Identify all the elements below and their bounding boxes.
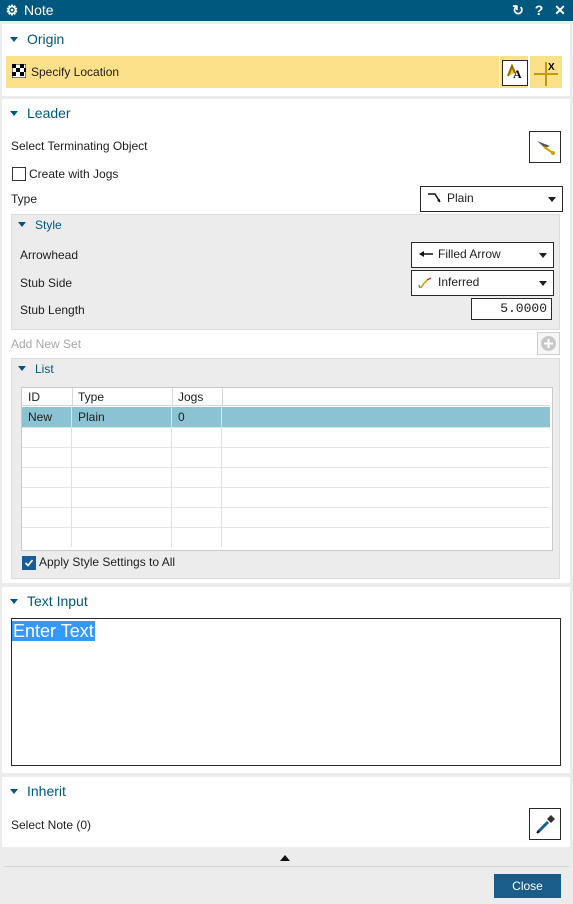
leader-list-table[interactable]: ID Type Jogs New Plain 0 [21,387,553,551]
text-input-header[interactable]: Text Input [10,593,88,609]
apply-style-label: Apply Style Settings to All [39,555,176,569]
list-header[interactable]: List [18,362,54,376]
leader-header[interactable]: Leader [10,105,71,121]
stub-length-input[interactable]: 5.0000 [471,298,552,320]
stub-side-dropdown[interactable]: Inferred [411,270,554,296]
title-bar: ⚙ Note ↻ ? ✕ [0,0,573,21]
list-group: List ID Type Jogs New Plain 0 Apply Styl… [11,358,560,579]
checkered-flag-icon [12,64,26,78]
eyedropper-icon [536,815,555,834]
plus-circle-icon [541,336,556,351]
plain-leader-icon [428,193,441,203]
create-with-jogs-checkbox[interactable] [12,167,26,181]
select-terminating-label: Select Terminating Object [11,139,148,153]
specify-location-row[interactable]: Specify Location [6,56,499,88]
stub-side-label: Stub Side [20,276,73,290]
window-title: Note [24,2,54,18]
table-row-empty [22,467,550,488]
table-row-empty [22,507,550,528]
inherit-header[interactable]: Inherit [10,783,66,799]
origin-header[interactable]: Origin [10,31,64,47]
arrowhead-dropdown[interactable]: Filled Arrow [411,242,554,268]
inferred-icon [418,277,432,288]
table-header: ID Type Jogs [22,388,550,406]
cell-type: Plain [72,407,172,427]
text-input-area[interactable]: Enter Text [11,618,561,766]
specify-location-label: Specify Location [31,65,120,79]
close-icon[interactable]: ✕ [551,1,569,19]
text-input-value: Enter Text [12,621,95,641]
select-terminating-button[interactable] [529,131,561,163]
column-header-jogs: Jogs [178,390,204,404]
close-button[interactable]: Close [494,874,561,898]
table-row-empty [22,447,550,468]
terminating-object-icon [537,141,555,155]
add-new-set-button[interactable] [537,332,560,355]
table-row-empty [22,427,550,448]
stub-length-label: Stub Length [20,303,85,317]
svg-text:A: A [513,67,522,81]
apply-style-checkbox[interactable] [22,556,36,570]
column-header-type: Type [78,390,105,404]
select-note-button[interactable] [529,808,561,840]
text-input-panel: Text Input Enter Text [2,587,570,773]
style-group: Style Arrowhead Filled Arrow Stub Side I… [11,214,560,330]
footer-divider [4,866,569,867]
type-dropdown[interactable]: Plain [420,186,563,212]
point-dialog-icon[interactable]: X [530,56,562,88]
table-row[interactable]: New Plain 0 [22,407,550,428]
select-note-label: Select Note (0) [11,818,92,832]
leader-panel: Leader Select Terminating Object Create … [2,99,570,583]
create-with-jogs-label: Create with Jogs [29,167,119,181]
text-origin-tool-icon[interactable]: A [502,60,528,86]
origin-panel: Origin Specify Location A X [2,24,570,96]
filled-arrow-icon [419,251,433,257]
reset-icon[interactable]: ↻ [509,1,527,19]
checkmark-icon [24,559,34,567]
collapse-chevron-up-icon[interactable] [280,855,290,861]
svg-text:X: X [548,62,555,73]
cell-jogs: 0 [172,407,222,427]
help-icon[interactable]: ? [530,1,548,19]
style-header[interactable]: Style [18,218,62,232]
arrowhead-label: Arrowhead [20,248,79,262]
cell-id: New [22,407,72,427]
table-row-empty [22,487,550,508]
type-label: Type [11,192,38,206]
add-new-set-label: Add New Set [11,337,82,351]
column-header-id: ID [28,390,40,404]
gear-icon[interactable]: ⚙ [3,1,21,19]
table-row-empty [22,527,550,547]
inherit-panel: Inherit Select Note (0) [2,777,570,847]
